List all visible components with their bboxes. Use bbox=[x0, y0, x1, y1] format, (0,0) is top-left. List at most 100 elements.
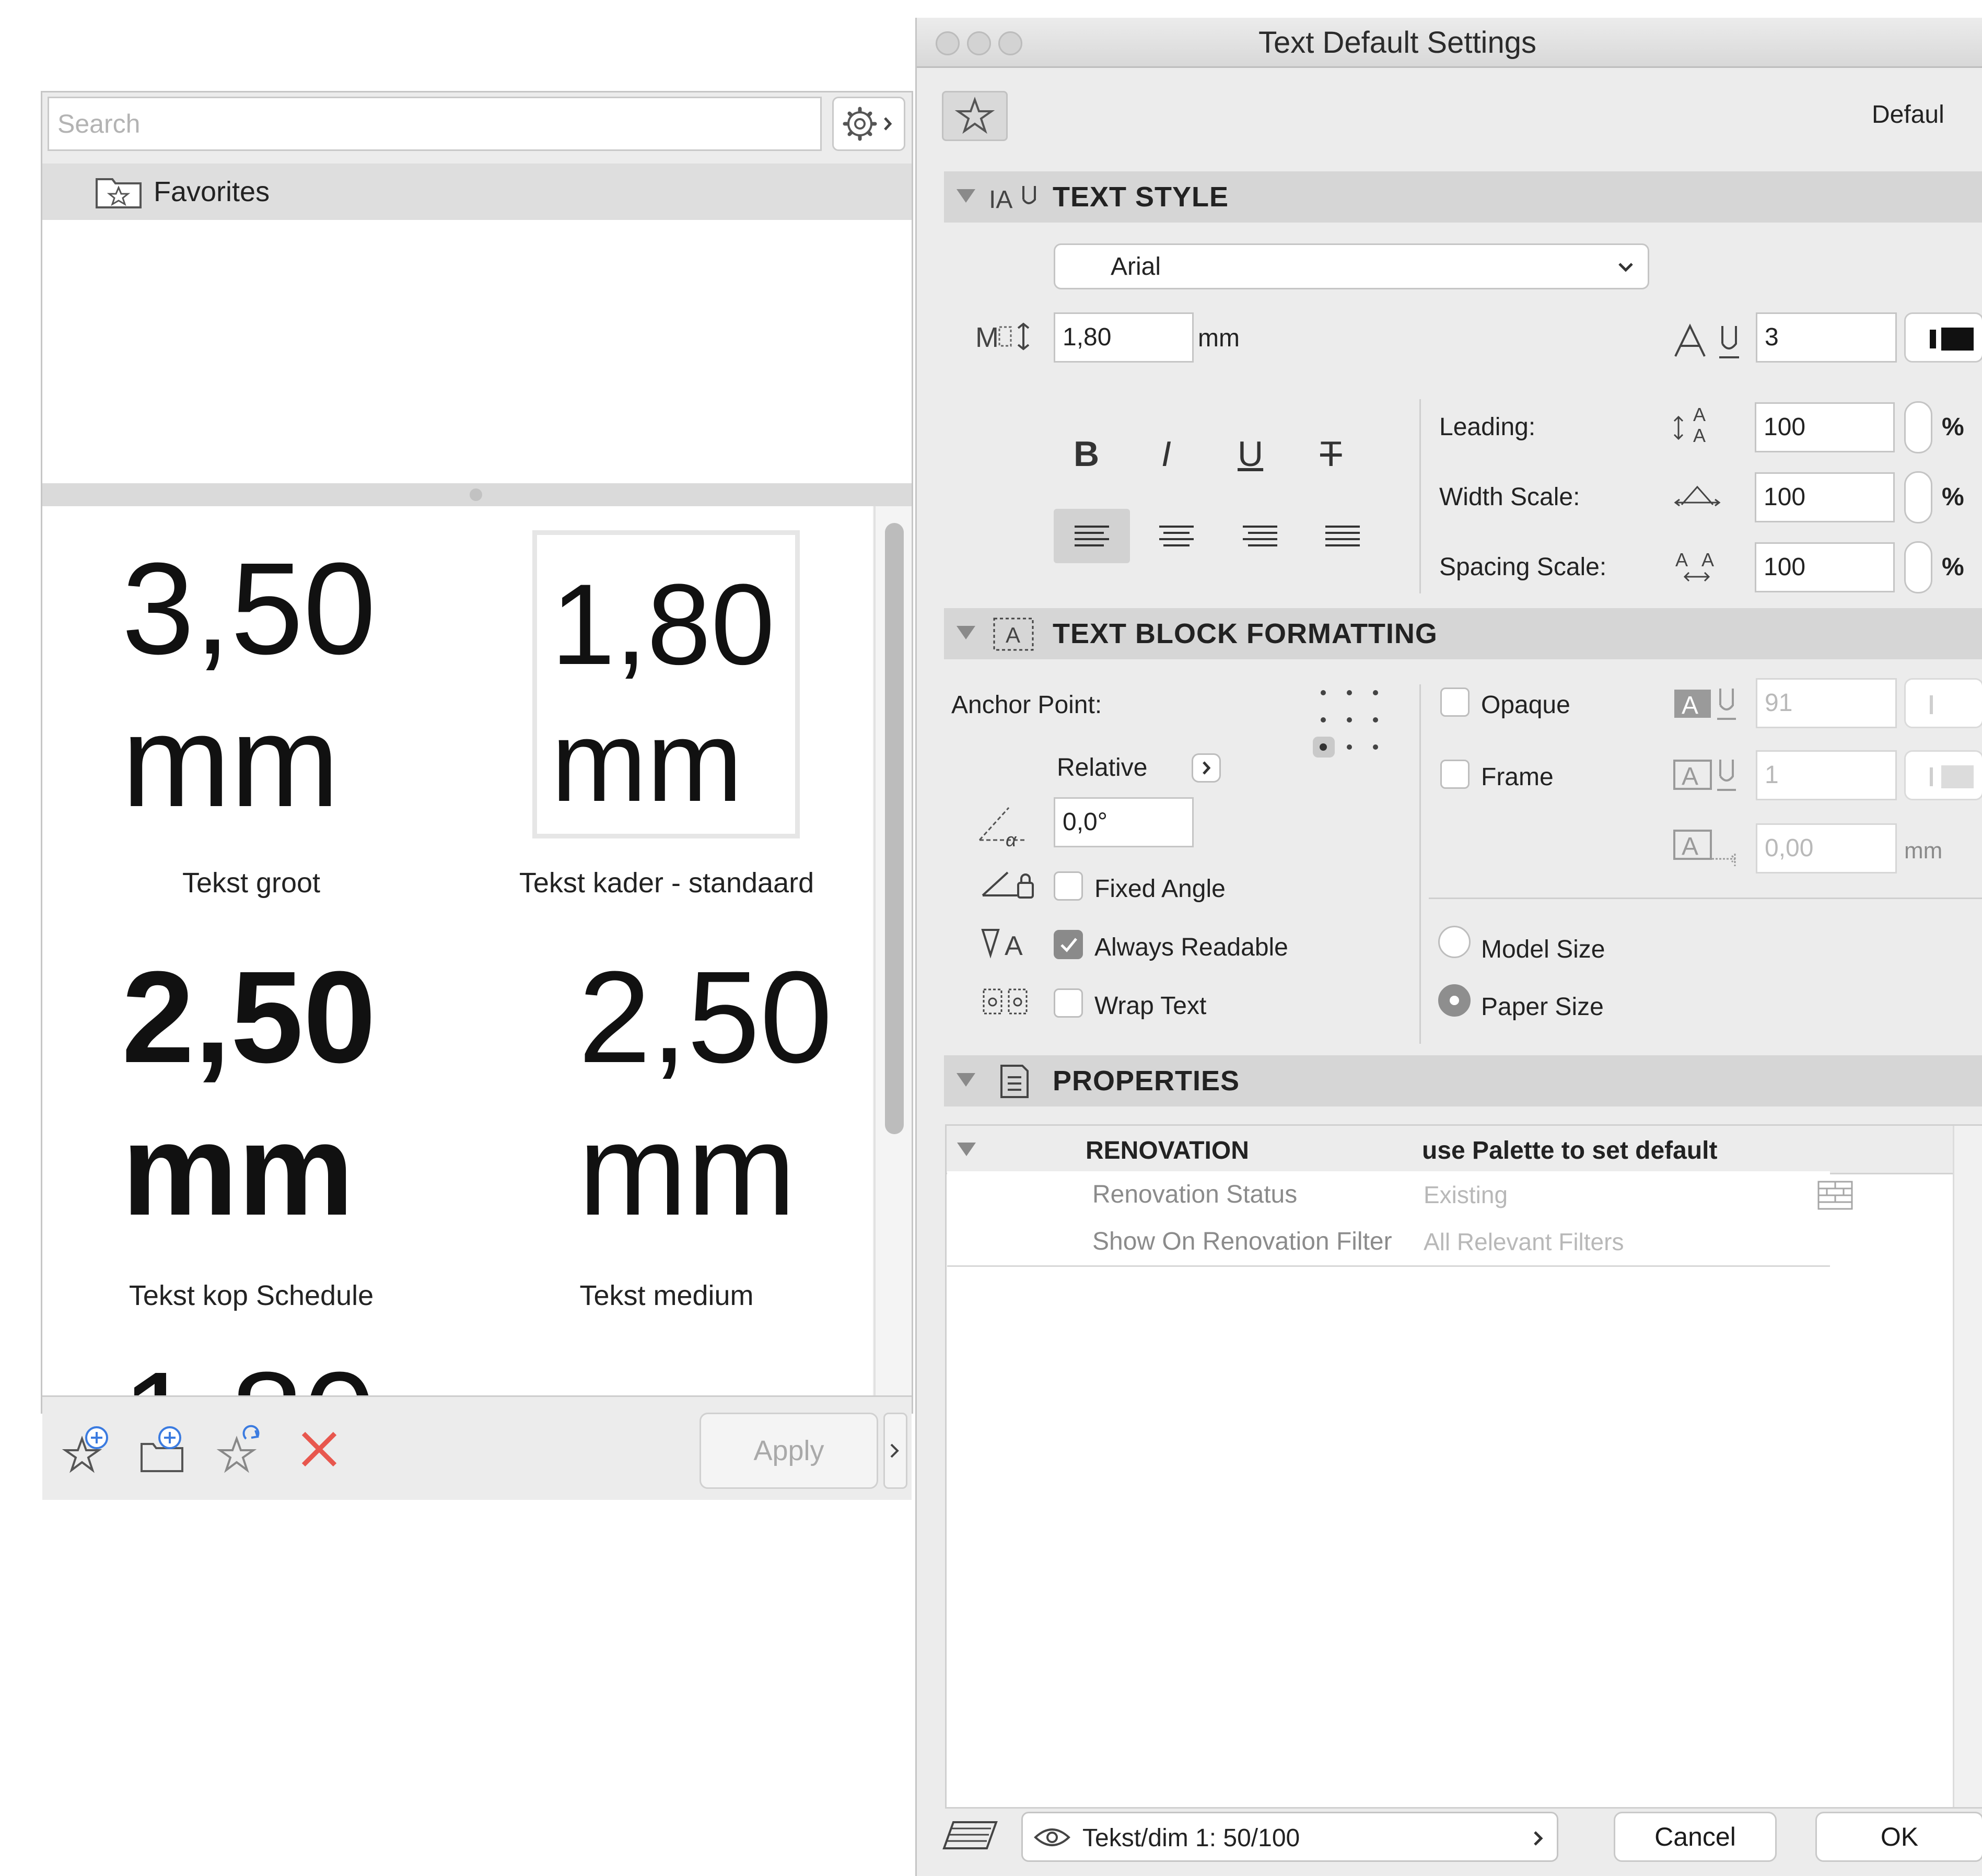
anchor-point-selector[interactable] bbox=[1304, 682, 1393, 787]
text-style-section-header[interactable]: IA TEXT STYLE bbox=[944, 171, 1982, 223]
background-pen-field[interactable]: 91 bbox=[1756, 678, 1897, 728]
paper-size-radio[interactable] bbox=[1438, 984, 1471, 1017]
frame-pen-field[interactable]: 1 bbox=[1756, 750, 1897, 800]
spacing-scale-icon: A A bbox=[1675, 549, 1714, 582]
property-group-value: use Palette to set default bbox=[1422, 1137, 1718, 1164]
frame-pen-color-picker[interactable] bbox=[1904, 750, 1982, 800]
text-size-field[interactable]: 1,80 bbox=[1054, 312, 1194, 363]
frame-pen-icon: A bbox=[1673, 760, 1736, 791]
leading-stepper[interactable] bbox=[1904, 401, 1932, 453]
pen-color-picker[interactable] bbox=[1904, 312, 1982, 363]
properties-header: PROPERTIES bbox=[1053, 1065, 1240, 1097]
add-favorite-icon[interactable] bbox=[61, 1423, 113, 1475]
favorite-preview-unit: mm bbox=[122, 688, 340, 834]
font-dropdown[interactable]: Arial bbox=[1054, 243, 1649, 289]
svg-text:A: A bbox=[1701, 549, 1714, 570]
layer-selector[interactable]: Tekst/dim 1: 50/100 bbox=[1021, 1812, 1558, 1862]
layer-name: Tekst/dim 1: 50/100 bbox=[1082, 1824, 1300, 1852]
relative-options-button[interactable] bbox=[1192, 753, 1221, 783]
splitter-handle[interactable] bbox=[470, 488, 482, 501]
spacing-scale-stepper[interactable] bbox=[1904, 541, 1932, 593]
expand-triangle-icon[interactable] bbox=[957, 1143, 976, 1156]
svg-text:IA: IA bbox=[989, 186, 1012, 214]
wrap-text-checkbox[interactable] bbox=[1054, 988, 1083, 1018]
favorite-preview-value: 1,80 bbox=[551, 560, 775, 689]
pen-color-swatch bbox=[1930, 695, 1933, 714]
gear-menu-button[interactable] bbox=[832, 97, 905, 151]
renovation-wall-icon bbox=[1817, 1181, 1853, 1210]
favorite-item[interactable]: 3,50 mm Tekst groot bbox=[42, 506, 460, 919]
chevron-right-icon bbox=[890, 1443, 899, 1458]
redefine-favorite-icon[interactable] bbox=[216, 1423, 268, 1475]
text-angle-field[interactable]: 0,0° bbox=[1054, 797, 1194, 847]
opaque-label: Opaque bbox=[1481, 691, 1570, 719]
pen-color-swatch bbox=[1930, 767, 1933, 786]
size-divider bbox=[1429, 898, 1982, 899]
align-right-icon[interactable] bbox=[1222, 509, 1298, 563]
pane-splitter[interactable] bbox=[42, 483, 912, 506]
bold-button[interactable]: B bbox=[1074, 434, 1099, 474]
search-input[interactable]: Search bbox=[48, 97, 822, 151]
always-readable-icon: A bbox=[981, 929, 1023, 961]
model-size-label: Model Size bbox=[1481, 936, 1605, 963]
pen-color-swatch-fill bbox=[1941, 765, 1974, 788]
favorites-folder-row[interactable]: Favorites bbox=[42, 164, 912, 220]
apply-button[interactable]: Apply bbox=[699, 1413, 878, 1489]
chevron-right-icon bbox=[1203, 761, 1211, 775]
model-size-radio[interactable] bbox=[1438, 926, 1471, 958]
text-pen-field[interactable]: 3 bbox=[1756, 312, 1897, 363]
properties-section-header[interactable]: PROPERTIES bbox=[944, 1055, 1982, 1106]
align-left-button[interactable] bbox=[1054, 509, 1130, 563]
property-group-row[interactable]: RENOVATION use Palette to set default bbox=[947, 1126, 1953, 1174]
background-pen-icon: A bbox=[1674, 689, 1736, 720]
opaque-checkbox[interactable] bbox=[1440, 688, 1470, 717]
align-justify-icon[interactable] bbox=[1304, 509, 1381, 563]
strikethrough-button[interactable]: T bbox=[1320, 434, 1342, 474]
text-style-icon: IA bbox=[989, 186, 1036, 214]
gear-icon bbox=[843, 107, 892, 141]
favorite-item-selected[interactable]: 1,80 mm Tekst kader - standaard bbox=[460, 506, 873, 919]
anchor-point-label: Anchor Point: bbox=[951, 691, 1102, 719]
text-angle-icon: α bbox=[978, 807, 1027, 850]
background-pen-color-picker[interactable] bbox=[1904, 678, 1982, 728]
add-folder-icon[interactable] bbox=[137, 1423, 190, 1475]
align-center-icon[interactable] bbox=[1138, 509, 1215, 563]
favorites-toolbar: Apply bbox=[42, 1395, 912, 1500]
leading-field[interactable]: 100 bbox=[1755, 402, 1895, 452]
property-row[interactable]: Show On Renovation Filter All Relevant F… bbox=[947, 1218, 1830, 1267]
apply-options-button[interactable] bbox=[883, 1413, 907, 1489]
ok-button[interactable]: OK bbox=[1815, 1812, 1982, 1862]
vertical-scrollbar[interactable] bbox=[874, 506, 912, 1395]
svg-text:A: A bbox=[1005, 931, 1023, 961]
text-block-icon: A bbox=[993, 617, 1034, 651]
svg-text:A: A bbox=[1682, 692, 1698, 719]
property-name: Show On Renovation Filter bbox=[1092, 1228, 1392, 1255]
favorite-caption: Tekst groot bbox=[182, 867, 321, 899]
frame-label: Frame bbox=[1481, 763, 1554, 791]
spacing-scale-field[interactable]: 100 bbox=[1755, 542, 1895, 592]
property-name: Renovation Status bbox=[1092, 1181, 1298, 1208]
fixed-angle-checkbox[interactable] bbox=[1054, 871, 1083, 901]
underline-button[interactable]: U bbox=[1238, 434, 1263, 474]
collapse-triangle-icon bbox=[957, 1073, 975, 1087]
favorites-preview-grid: 3,50 mm Tekst groot 1,80 mm Tekst kader … bbox=[42, 506, 873, 1395]
frame-checkbox[interactable] bbox=[1440, 760, 1470, 789]
text-block-section-header[interactable]: A TEXT BLOCK FORMATTING bbox=[944, 608, 1982, 659]
italic-button[interactable]: I bbox=[1161, 434, 1171, 474]
cancel-button[interactable]: Cancel bbox=[1614, 1812, 1777, 1862]
width-scale-field[interactable]: 100 bbox=[1755, 472, 1895, 522]
favorite-caption: Tekst kader - standaard bbox=[519, 867, 814, 899]
favorite-item[interactable]: 2,50 mm Tekst kop Schedule bbox=[42, 919, 460, 1337]
favorite-item[interactable]: 2,50 mm Tekst medium bbox=[460, 919, 873, 1337]
width-scale-stepper[interactable] bbox=[1904, 471, 1932, 523]
favorites-button[interactable] bbox=[942, 91, 1008, 141]
frame-offset-field[interactable]: 0,00 bbox=[1756, 823, 1897, 873]
property-row[interactable]: Renovation Status Existing bbox=[947, 1171, 1853, 1220]
properties-scroll-track[interactable] bbox=[1953, 1126, 1982, 1807]
delete-favorite-icon[interactable] bbox=[296, 1426, 342, 1472]
scrollbar-thumb[interactable] bbox=[885, 523, 904, 1134]
favorite-item-partial: 1,80 bbox=[122, 1353, 393, 1395]
checkmark-icon bbox=[1060, 938, 1077, 952]
always-readable-checkbox[interactable] bbox=[1054, 930, 1083, 959]
text-size-unit: mm bbox=[1198, 324, 1240, 352]
